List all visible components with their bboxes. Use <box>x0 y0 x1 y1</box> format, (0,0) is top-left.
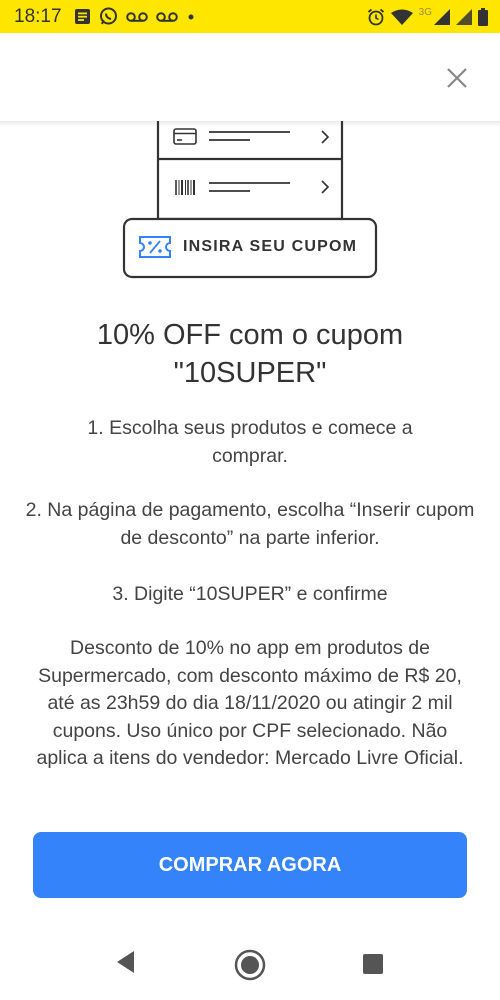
status-bar: 18:17 3G <box>0 0 500 33</box>
card-icon <box>173 128 197 145</box>
offer-title-line1: 10% OFF com o cupom <box>96 319 404 351</box>
home-icon[interactable] <box>233 948 267 982</box>
battery-icon <box>478 7 488 26</box>
notification-icon <box>74 9 90 24</box>
modal-header <box>0 33 500 121</box>
instruction-step-2: 2. Na página de pagamento, escolha “Inse… <box>25 499 475 549</box>
recents-icon[interactable] <box>362 953 384 975</box>
instruction-step-3: 3. Digite “10SUPER” e confirme <box>112 583 388 605</box>
coupon-illustration: INSIRA SEU CUPOM <box>0 121 500 281</box>
signal-icon <box>434 8 450 25</box>
status-icons-left <box>74 7 196 26</box>
buy-now-button[interactable]: COMPRAR AGORA <box>33 832 467 898</box>
status-icons-right: 3G <box>367 0 488 33</box>
offer-title-line2: "10SUPER" <box>173 357 327 389</box>
whatsapp-icon <box>99 7 117 25</box>
system-nav-bar <box>0 935 500 1000</box>
status-time: 18:17 <box>14 5 62 27</box>
barcode-icon <box>175 180 195 195</box>
offer-title: 10% OFF com o cupom "10SUPER" <box>40 316 460 392</box>
wifi-icon <box>390 9 413 25</box>
dot-icon <box>188 14 194 19</box>
close-icon[interactable] <box>442 63 472 93</box>
back-icon[interactable] <box>114 949 136 975</box>
coupon-label: INSIRA SEU CUPOM <box>183 238 358 255</box>
voicemail-icon <box>125 11 148 22</box>
voicemail-icon <box>155 11 178 22</box>
network-type: 3G <box>418 7 432 18</box>
signal-icon <box>456 8 472 25</box>
instruction-step-1: 1. Escolha seus produtos e comece a comp… <box>87 417 413 467</box>
terms-text: Desconto de 10% no app em produtos de Su… <box>36 637 464 769</box>
alarm-icon <box>367 8 384 25</box>
